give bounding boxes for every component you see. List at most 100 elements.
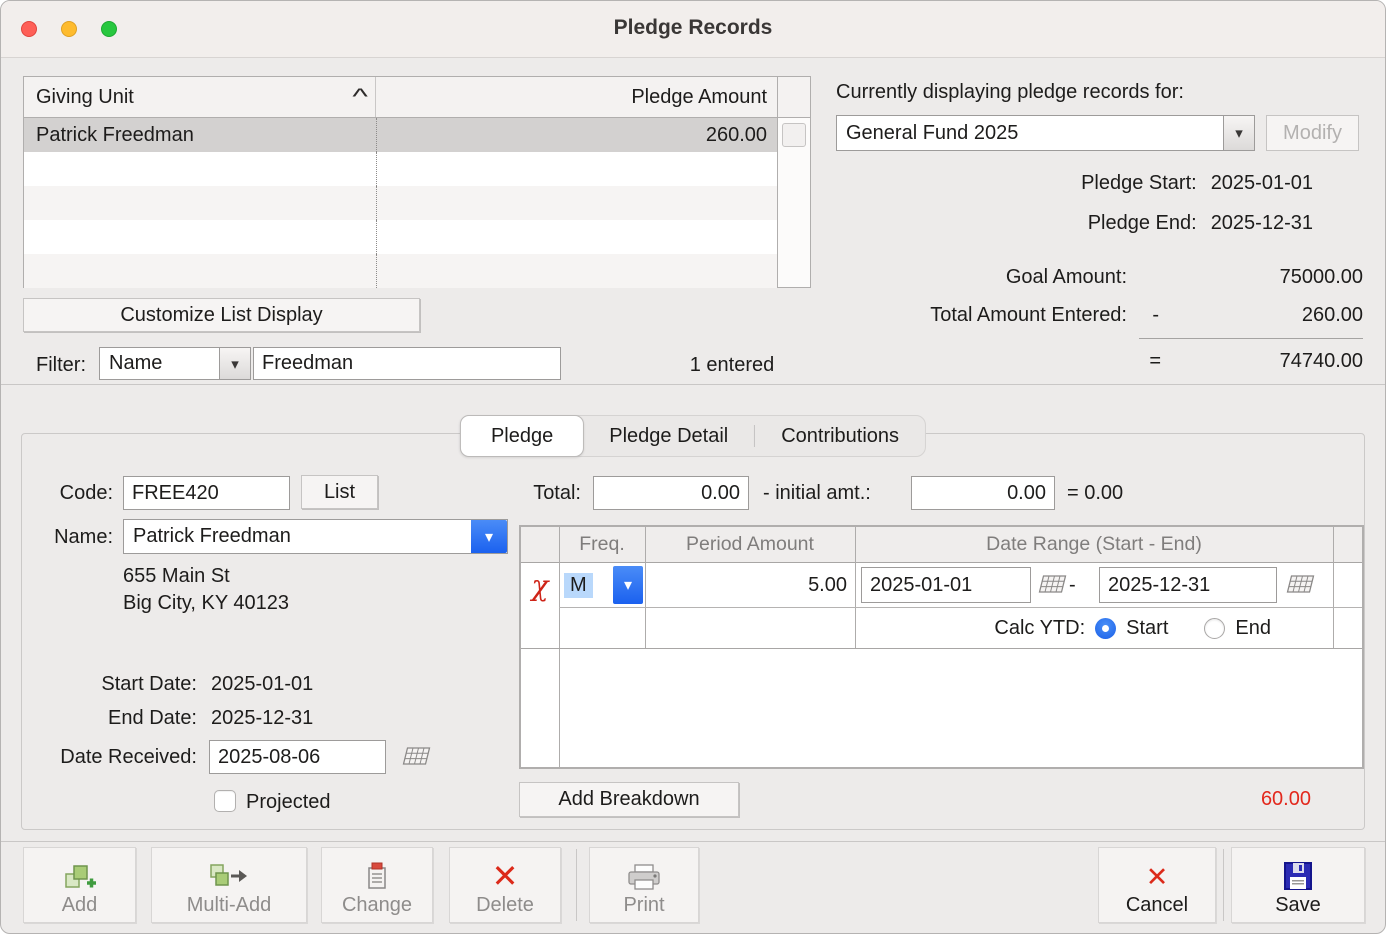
calc-ytd-start-radio[interactable] bbox=[1095, 618, 1116, 639]
section-divider bbox=[1, 384, 1385, 385]
calc-ytd-row: Calc YTD: Start End bbox=[859, 608, 1329, 648]
table-row[interactable]: Patrick Freedman 260.00 bbox=[24, 118, 777, 152]
calendar-icon[interactable] bbox=[399, 745, 431, 769]
tab-pledge-detail[interactable]: Pledge Detail bbox=[583, 416, 754, 456]
change-icon bbox=[364, 857, 390, 891]
calc-ytd-end-label: End bbox=[1235, 617, 1271, 640]
date-received-label: Date Received: bbox=[11, 740, 197, 774]
goal-amount-value: 75000.00 bbox=[1280, 266, 1363, 289]
column-header-pledge-amount[interactable]: Pledge Amount bbox=[376, 77, 777, 117]
print-button-label: Print bbox=[623, 894, 664, 916]
calc-ytd-end-radio[interactable] bbox=[1204, 618, 1225, 639]
calendar-icon[interactable] bbox=[1283, 573, 1315, 597]
start-date-value: 2025-01-01 bbox=[211, 673, 313, 696]
equals-sign: = bbox=[1149, 350, 1161, 373]
filter-dropdown-button[interactable]: ▾ bbox=[219, 348, 250, 379]
cancel-button[interactable]: ✕ Cancel bbox=[1098, 847, 1216, 923]
total-entered-value: 260.00 bbox=[1302, 304, 1363, 327]
grid-line bbox=[1333, 527, 1334, 648]
filter-input[interactable] bbox=[253, 347, 561, 380]
subtraction-rule bbox=[1139, 338, 1363, 339]
giving-unit-table: Giving Unit ^ Pledge Amount Patrick Free… bbox=[23, 76, 811, 288]
save-button-label: Save bbox=[1275, 894, 1321, 916]
tab-pledge[interactable]: Pledge bbox=[460, 415, 584, 457]
toolbar-separator bbox=[576, 849, 577, 921]
date-received-input[interactable] bbox=[209, 740, 386, 774]
freq-value: M bbox=[564, 573, 593, 598]
pledge-end-value: 2025-12-31 bbox=[1211, 212, 1313, 235]
delete-button-label: Delete bbox=[476, 894, 534, 916]
add-breakdown-button[interactable]: Add Breakdown bbox=[519, 782, 739, 817]
fund-dropdown-button[interactable]: ▾ bbox=[1223, 116, 1254, 150]
sort-ascending-icon: ^ bbox=[352, 86, 367, 108]
goal-amount-label: Goal Amount: bbox=[1006, 266, 1127, 289]
name-label: Name: bbox=[21, 520, 113, 555]
address-line-1: 655 Main St bbox=[123, 563, 230, 589]
scrollbar-thumb[interactable] bbox=[782, 123, 806, 147]
period-amount-cell[interactable]: 5.00 bbox=[645, 563, 855, 607]
range-start-input[interactable] bbox=[861, 567, 1031, 603]
total-input[interactable] bbox=[593, 476, 749, 510]
address-line-2: Big City, KY 40123 bbox=[123, 590, 289, 616]
change-button-label: Change bbox=[342, 894, 412, 916]
print-button[interactable]: Print bbox=[589, 847, 699, 923]
delete-row-icon[interactable]: χ bbox=[521, 563, 559, 607]
print-icon bbox=[626, 857, 662, 891]
initial-result: = 0.00 bbox=[1067, 476, 1123, 510]
initial-amount-input[interactable] bbox=[911, 476, 1055, 510]
titlebar: Pledge Records bbox=[1, 1, 1385, 58]
scrollbar[interactable] bbox=[777, 77, 810, 287]
range-end-input[interactable] bbox=[1099, 567, 1277, 603]
calc-ytd-start-label: Start bbox=[1126, 617, 1168, 640]
fund-select[interactable]: General Fund 2025 ▾ bbox=[836, 115, 1255, 151]
giving-unit-table-header: Giving Unit ^ Pledge Amount bbox=[24, 77, 777, 118]
cell-giving-unit: Patrick Freedman bbox=[24, 118, 376, 152]
tab-strip: Pledge Pledge Detail Contributions bbox=[460, 415, 926, 457]
name-select-value: Patrick Freedman bbox=[124, 520, 471, 553]
calc-ytd-label: Calc YTD: bbox=[994, 617, 1085, 640]
filter-field-value: Name bbox=[100, 348, 219, 379]
add-button[interactable]: Add bbox=[23, 847, 136, 923]
freq-dropdown-button[interactable]: ▾ bbox=[613, 566, 643, 604]
cancel-x-icon: ✕ bbox=[1146, 857, 1169, 891]
chevron-down-icon: ▾ bbox=[485, 527, 493, 547]
save-button[interactable]: Save bbox=[1231, 847, 1365, 923]
filter-field-select[interactable]: Name ▾ bbox=[99, 347, 251, 380]
column-header-giving-unit[interactable]: Giving Unit ^ bbox=[24, 77, 376, 117]
calendar-icon[interactable] bbox=[1035, 573, 1067, 597]
chevron-down-icon: ▾ bbox=[231, 355, 239, 373]
table-row-empty bbox=[24, 220, 777, 254]
delete-button[interactable]: ✕ Delete bbox=[449, 847, 561, 923]
remaining-value: 74740.00 bbox=[1280, 350, 1363, 373]
freq-cell[interactable]: M ▾ bbox=[560, 563, 645, 607]
multi-add-button[interactable]: Multi-Add bbox=[151, 847, 307, 923]
name-select[interactable]: Patrick Freedman ▾ bbox=[123, 519, 508, 554]
pledge-end-row: Pledge End: 2025-12-31 bbox=[1088, 212, 1313, 235]
chevron-down-icon: ▾ bbox=[624, 575, 632, 595]
modify-button[interactable]: Modify bbox=[1266, 115, 1359, 151]
table-row-empty bbox=[24, 152, 777, 186]
pledge-records-window: Pledge Records Giving Unit ^ Pledge Amou… bbox=[0, 0, 1386, 934]
total-entered-label: Total Amount Entered: bbox=[930, 304, 1127, 327]
projected-checkbox[interactable] bbox=[214, 790, 236, 812]
end-date-value: 2025-12-31 bbox=[211, 707, 313, 730]
pledge-start-row: Pledge Start: 2025-01-01 bbox=[1081, 172, 1313, 195]
change-button[interactable]: Change bbox=[321, 847, 433, 923]
projected-label: Projected bbox=[246, 790, 331, 814]
period-total: 60.00 bbox=[1161, 788, 1311, 811]
window-title: Pledge Records bbox=[1, 16, 1385, 40]
multi-add-button-label: Multi-Add bbox=[187, 894, 271, 916]
minus-sign: - bbox=[1152, 304, 1159, 327]
filter-label: Filter: bbox=[36, 348, 86, 382]
name-dropdown-button[interactable]: ▾ bbox=[471, 520, 507, 553]
grid-line bbox=[521, 648, 1362, 649]
pledge-amount-column-label: Pledge Amount bbox=[631, 86, 767, 109]
code-input[interactable] bbox=[123, 476, 290, 510]
list-button[interactable]: List bbox=[301, 475, 378, 509]
cancel-button-label: Cancel bbox=[1126, 894, 1188, 916]
fund-heading: Currently displaying pledge records for: bbox=[836, 81, 1184, 104]
delete-x-icon: ✕ bbox=[492, 857, 519, 891]
pledge-end-label: Pledge End: bbox=[1088, 212, 1197, 235]
tab-contributions[interactable]: Contributions bbox=[755, 416, 925, 456]
customize-list-display-button[interactable]: Customize List Display bbox=[23, 298, 420, 332]
